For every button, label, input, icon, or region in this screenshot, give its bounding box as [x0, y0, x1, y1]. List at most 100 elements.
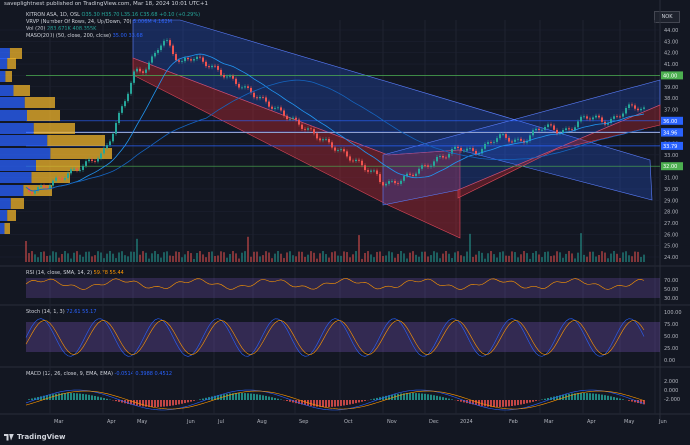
macd-histogram-bar — [76, 393, 78, 400]
macd-histogram-bar — [622, 399, 624, 400]
candle-body — [169, 40, 171, 46]
macd-histogram-bar — [331, 400, 333, 407]
volume-bar — [100, 252, 102, 262]
candle-body — [382, 182, 384, 186]
candle-body — [532, 130, 534, 136]
volume-bar — [118, 252, 120, 262]
time-axis-label: May — [137, 419, 147, 425]
candle-body — [364, 165, 366, 171]
macd-histogram-bar — [346, 400, 348, 406]
macd-histogram-bar — [361, 400, 363, 402]
candle-body — [472, 148, 474, 151]
volume-bar — [55, 252, 57, 262]
price-tick-label: 42.00 — [664, 51, 678, 57]
volume-bar — [253, 251, 255, 262]
macd-histogram-bar — [271, 397, 273, 400]
macd-histogram-bar — [595, 393, 597, 400]
volume-bar — [496, 257, 498, 262]
macd-histogram-bar — [514, 400, 516, 406]
candle-body — [430, 165, 432, 167]
candle-body — [433, 161, 435, 166]
price-tag-label: 40.00 — [663, 73, 677, 79]
volume-bar — [607, 258, 609, 262]
volume-bar — [109, 251, 111, 262]
volume-bar — [337, 255, 339, 262]
volume-bar — [571, 253, 573, 262]
volume-bar — [184, 254, 186, 262]
macd-histogram-bar — [226, 393, 228, 400]
candle-body — [127, 93, 129, 102]
price-tick-label: 29.00 — [664, 198, 678, 204]
volume-bar — [442, 253, 444, 262]
macd-histogram-bar — [163, 400, 165, 407]
volume-bar — [352, 254, 354, 262]
volume-profile-bar-down — [5, 71, 12, 82]
volume-bar — [58, 257, 60, 262]
volume-bar — [517, 257, 519, 262]
candle-body — [187, 57, 189, 60]
candle-body — [43, 185, 45, 188]
volume-bar — [562, 257, 564, 262]
time-axis-label: Oct — [344, 419, 353, 425]
volume-bar — [403, 253, 405, 262]
macd-histogram-bar — [421, 393, 423, 400]
macd-histogram-bar — [67, 393, 69, 400]
volume-bar — [577, 252, 579, 262]
macd-histogram-bar — [169, 400, 171, 406]
candle-body — [595, 115, 597, 118]
volume-bar — [136, 238, 138, 262]
volume-bar — [220, 251, 222, 262]
macd-histogram-bar — [373, 398, 375, 400]
volume-bar — [397, 253, 399, 262]
candle-body — [31, 191, 33, 194]
candle-body — [271, 106, 273, 109]
volume-bar — [157, 254, 159, 262]
candle-body — [424, 165, 426, 167]
price-tick-label: 31.00 — [664, 176, 678, 182]
candle-body — [484, 143, 486, 149]
volume-bar — [304, 256, 306, 262]
macd-histogram-bar — [97, 396, 99, 400]
macd-histogram-bar — [70, 393, 72, 400]
candle-body — [157, 50, 159, 53]
volume-bar — [187, 251, 189, 262]
macd-histogram-bar — [184, 400, 186, 404]
volume-bar — [592, 251, 594, 262]
macd-histogram-bar — [451, 399, 453, 400]
macd-histogram-bar — [286, 400, 288, 402]
candle-body — [160, 45, 162, 51]
volume-bar — [394, 257, 396, 262]
volume-bar — [493, 254, 495, 262]
volume-bar — [70, 258, 72, 262]
candle-body — [418, 168, 420, 174]
macd-histogram-bar — [433, 395, 435, 400]
candle-body — [142, 71, 144, 73]
volume-bar — [367, 251, 369, 262]
time-axis-label: Jun — [186, 419, 195, 425]
candle-body — [184, 57, 186, 62]
candle-body — [616, 116, 618, 118]
candle-body — [460, 147, 462, 151]
candle-body — [73, 168, 75, 170]
candle-body — [130, 82, 132, 94]
candle-body — [586, 116, 588, 119]
candle-body — [301, 124, 303, 129]
macd-histogram-bar — [172, 400, 174, 406]
macd-histogram-bar — [259, 394, 261, 400]
macd-histogram-bar — [370, 399, 372, 400]
volume-bar — [73, 252, 75, 262]
price-tag-label: 34.96 — [663, 131, 677, 137]
macd-histogram-bar — [253, 393, 255, 400]
volume-profile-bar-up — [0, 172, 32, 183]
chart-canvas[interactable]: 44.00 43.00 42.00 41.00 40.00 39.00 38.00 37.00… — [0, 0, 690, 445]
volume-bar — [637, 251, 639, 262]
volume-bar — [499, 252, 501, 262]
volume-bar — [259, 256, 261, 262]
macd-histogram-bar — [178, 400, 180, 405]
candle-body — [256, 97, 258, 99]
macd-histogram-bar — [160, 400, 162, 407]
candle-body — [475, 150, 477, 154]
time-axis-label: Aug — [257, 419, 267, 425]
volume-bar — [589, 251, 591, 262]
candle-body — [259, 96, 261, 99]
